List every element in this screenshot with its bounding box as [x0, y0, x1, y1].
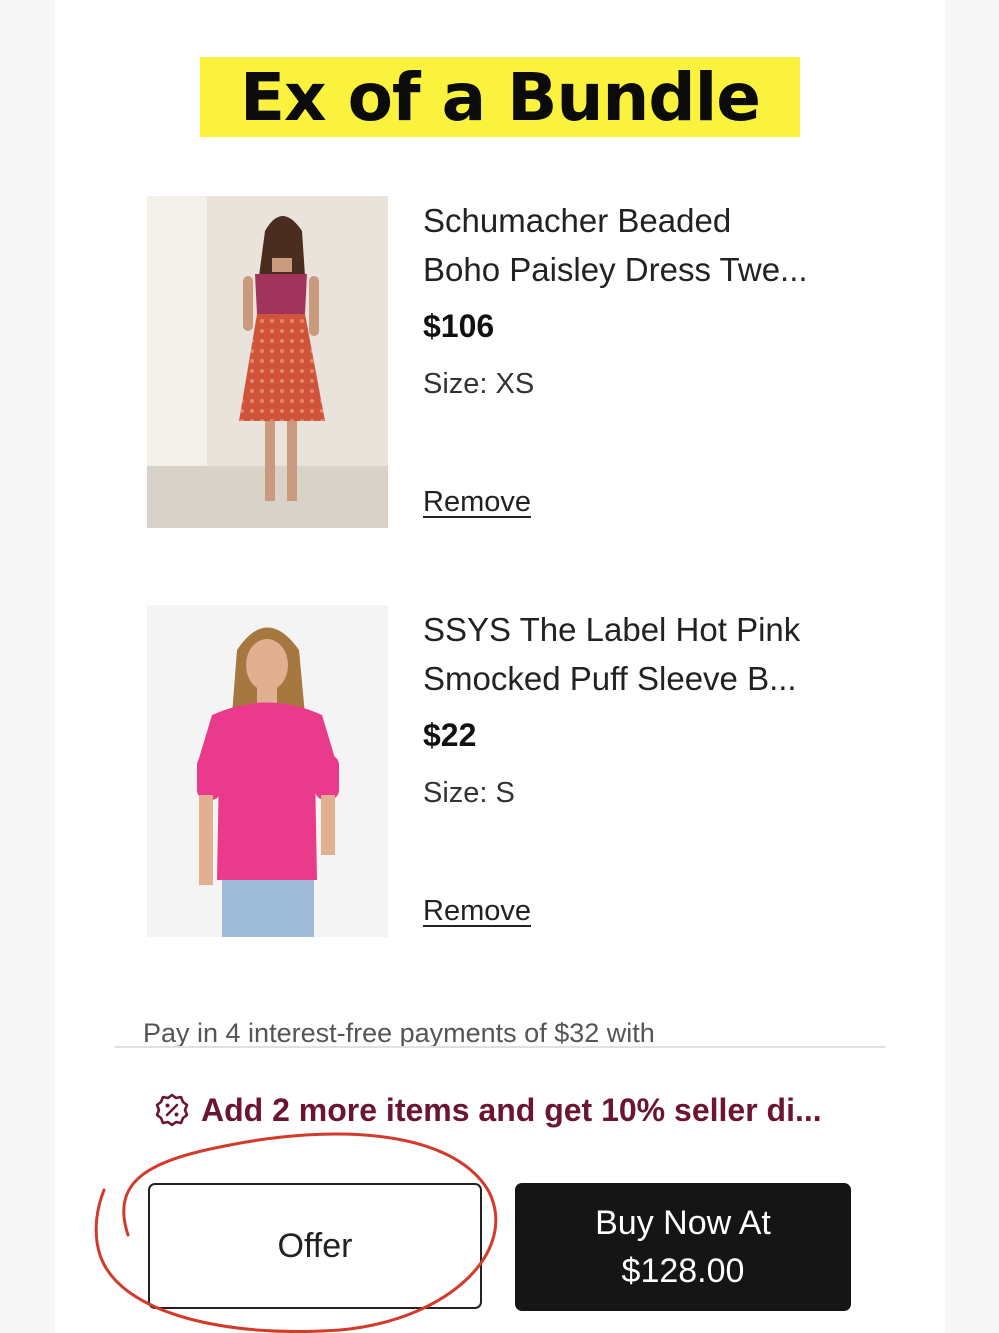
pink-blouse-photo[interactable] — [147, 605, 388, 937]
item-name-line2: Smocked Puff Sleeve B... — [423, 660, 797, 697]
buy-now-label: Buy Now At — [595, 1204, 771, 1242]
bundle-item: SSYS The Label Hot Pink Smocked Puff Sle… — [147, 605, 867, 940]
item-info: Schumacher Beaded Boho Paisley Dress Twe… — [423, 196, 863, 528]
installments-text: Pay in 4 interest-free payments of $32 w… — [143, 1018, 655, 1046]
promo-text: Add 2 more items and get 10% seller di..… — [201, 1091, 822, 1128]
item-name-line2: Boho Paisley Dress Twe... — [423, 251, 808, 288]
title-banner: Ex of a Bundle — [200, 57, 800, 137]
item-name-line1: SSYS The Label Hot Pink — [423, 611, 801, 648]
bundle-item: Schumacher Beaded Boho Paisley Dress Twe… — [147, 196, 867, 531]
offer-button-label: Offer — [277, 1226, 353, 1265]
item-size: Size: S — [423, 777, 515, 809]
item-price: $106 — [423, 308, 495, 344]
discount-badge-icon — [155, 1093, 189, 1127]
seller-discount-promo[interactable]: Add 2 more items and get 10% seller di..… — [155, 1090, 875, 1130]
divider — [115, 1046, 885, 1048]
title-banner-text: Ex of a Bundle — [239, 58, 761, 136]
remove-link[interactable]: Remove — [423, 895, 531, 928]
buy-now-button[interactable]: Buy Now At $128.00 — [515, 1183, 851, 1311]
item-name[interactable]: SSYS The Label Hot Pink Smocked Puff Sle… — [423, 605, 863, 703]
item-price: $22 — [423, 717, 477, 753]
item-size: Size: XS — [423, 368, 535, 400]
buy-now-price: $128.00 — [621, 1252, 745, 1290]
boho-dress-photo[interactable] — [147, 196, 388, 528]
item-info: SSYS The Label Hot Pink Smocked Puff Sle… — [423, 605, 863, 937]
remove-link[interactable]: Remove — [423, 486, 531, 519]
offer-button[interactable]: Offer — [148, 1183, 482, 1309]
item-name[interactable]: Schumacher Beaded Boho Paisley Dress Twe… — [423, 196, 863, 294]
item-name-line1: Schumacher Beaded — [423, 202, 732, 239]
